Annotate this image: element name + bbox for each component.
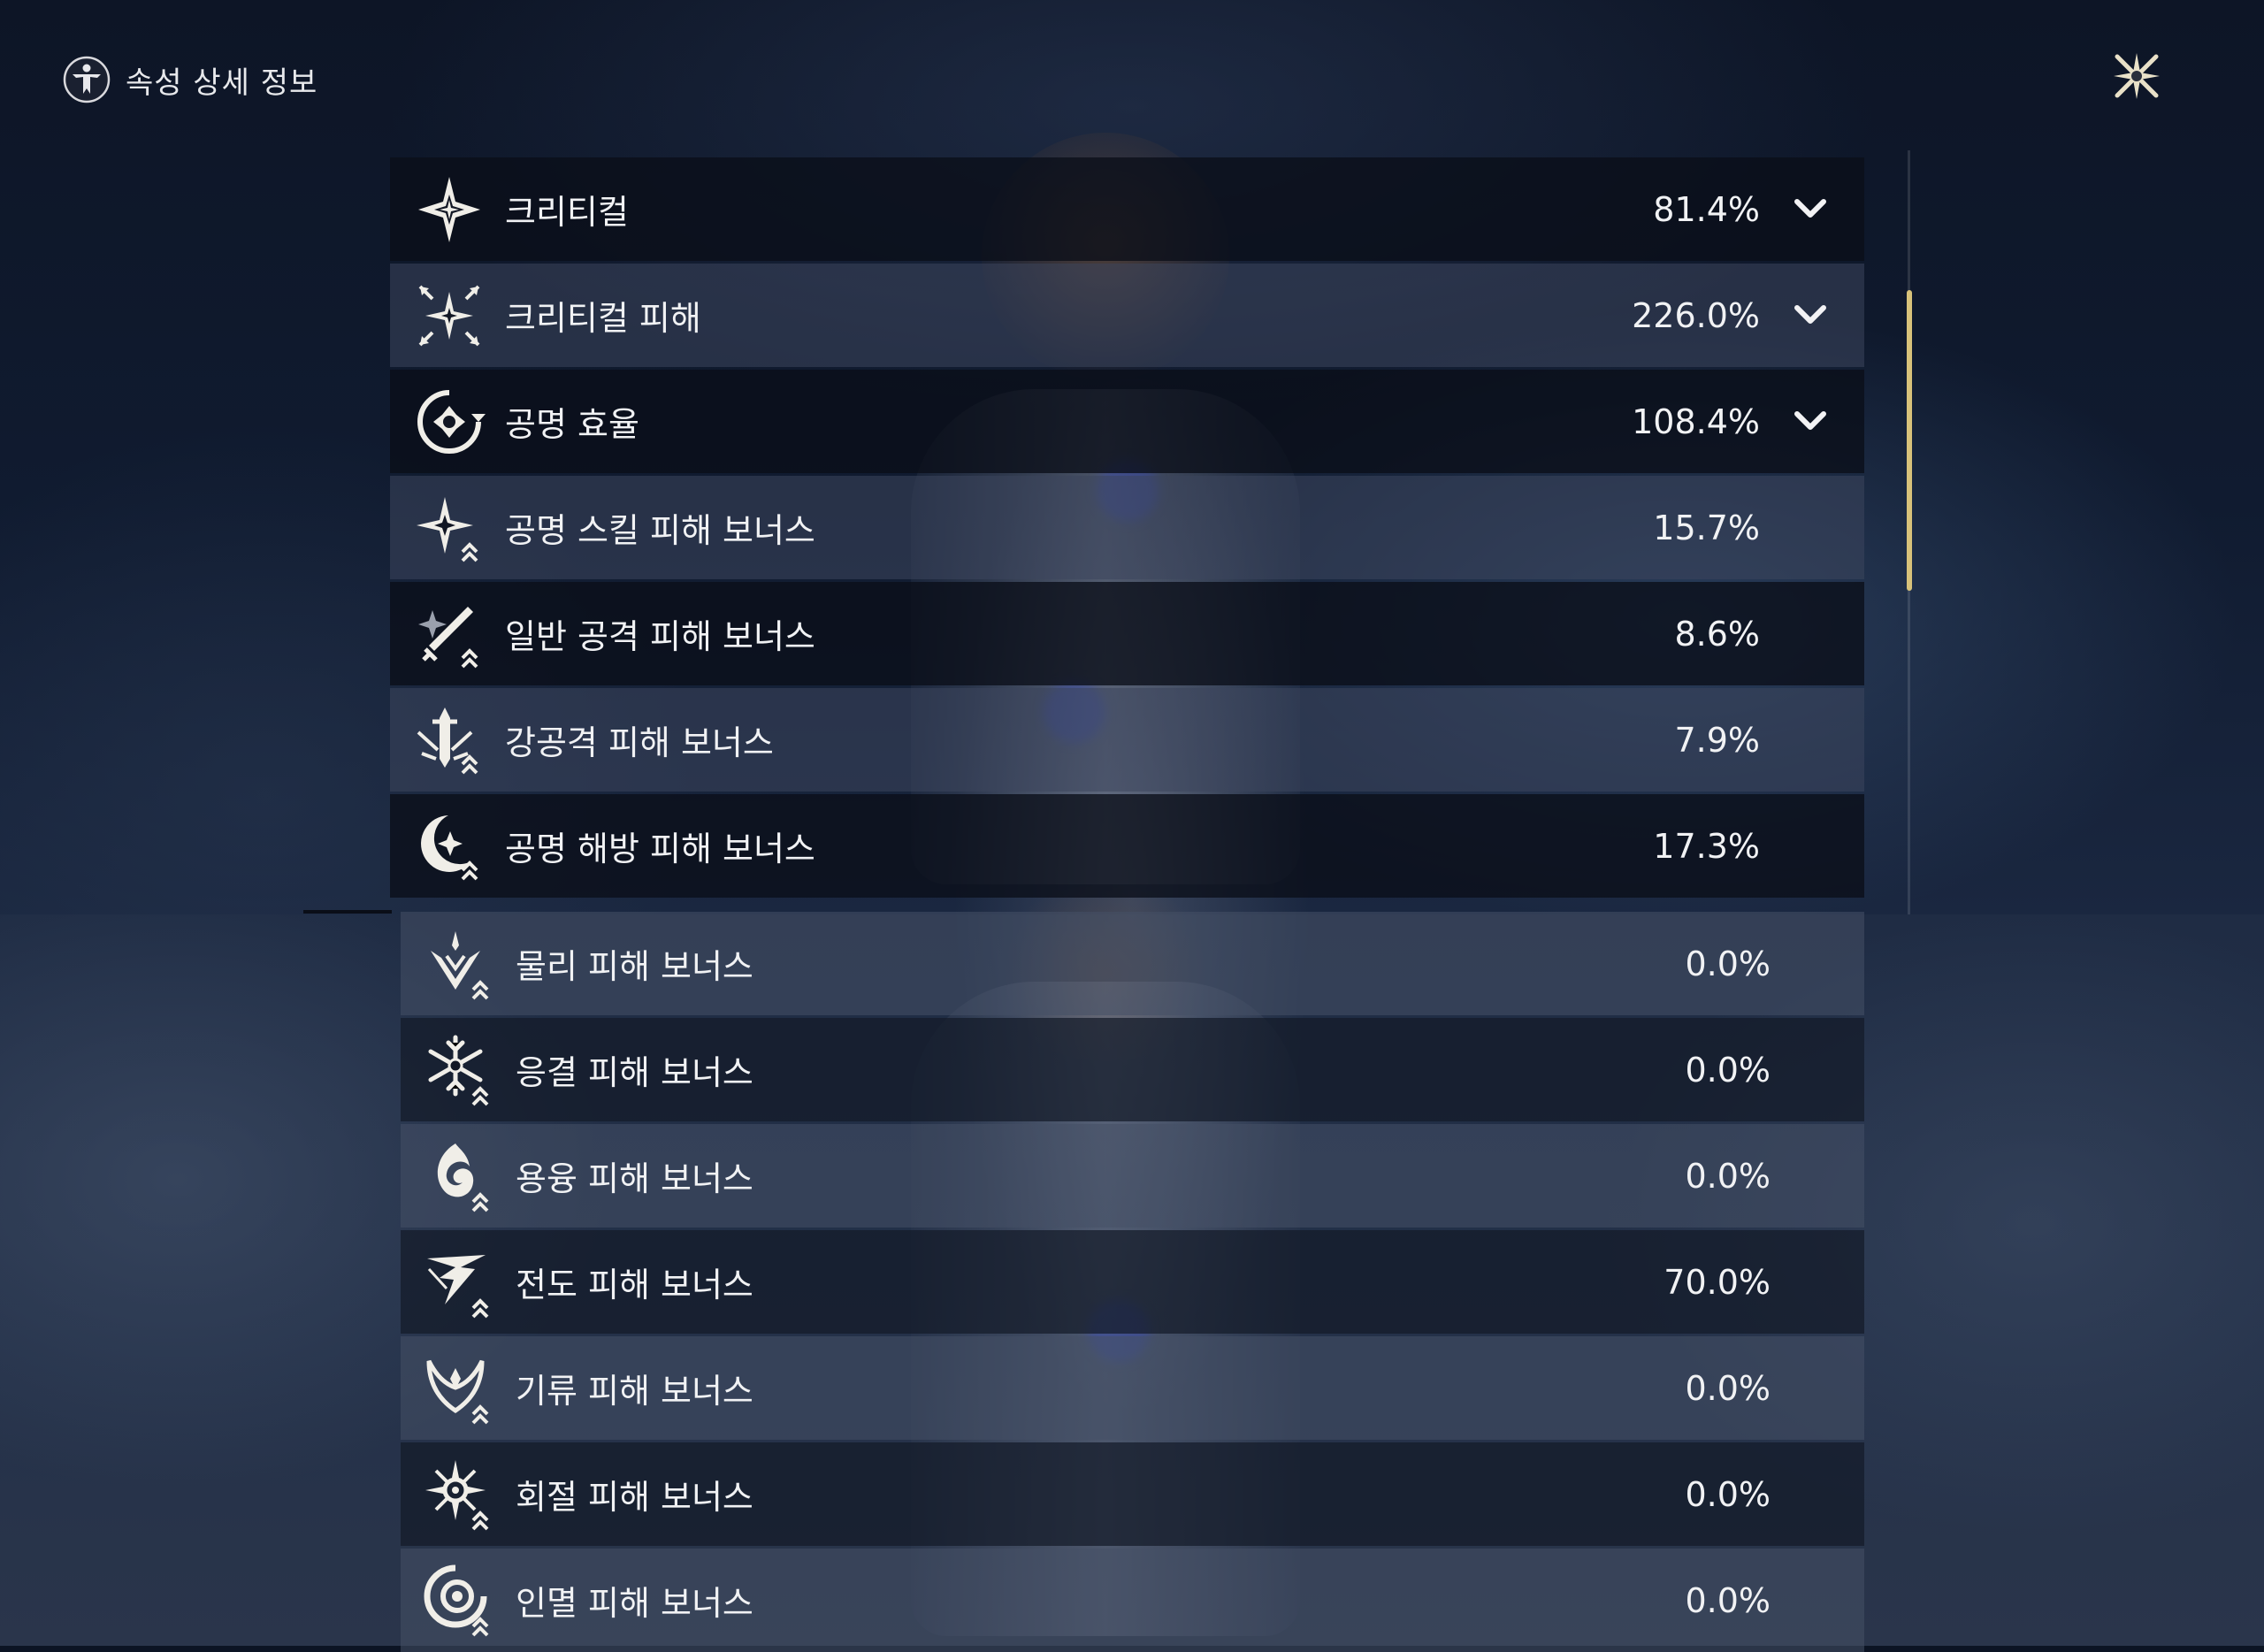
stat-label: 강공격 피해 보너스 <box>505 723 774 762</box>
element-label: 회절 피해 보너스 <box>516 1478 753 1517</box>
stat-value: 108.4% <box>1632 402 1760 441</box>
chevron-down-icon[interactable] <box>1792 191 1829 228</box>
stat-value: 7.9% <box>1674 720 1760 760</box>
element-row-fusion: 용융 피해 보너스 0.0% <box>401 1124 1864 1228</box>
star-burst-icon <box>418 176 480 242</box>
stat-value: 8.6% <box>1674 614 1760 654</box>
element-label: 응결 피해 보너스 <box>516 1053 753 1092</box>
sword-burst-up-icon <box>417 707 478 774</box>
stat-label: 일반 공격 피해 보너스 <box>505 617 815 656</box>
stat-label: 크리티컬 피해 <box>505 299 701 338</box>
stat-value: 226.0% <box>1632 295 1760 335</box>
sword-up-icon <box>418 606 478 668</box>
page-title: 속성 상세 정보 <box>126 65 318 101</box>
stat-row-basic-attack-bonus: 일반 공격 피해 보너스 8.6% <box>390 582 1864 685</box>
element-value: 0.0% <box>1685 1050 1771 1090</box>
stat-label: 크리티컬 <box>505 193 629 232</box>
wind-up-icon <box>426 1359 489 1424</box>
sun-up-icon <box>425 1459 489 1530</box>
element-label: 전도 피해 보너스 <box>516 1266 753 1304</box>
stat-label: 공명 스킬 피해 보너스 <box>505 511 815 550</box>
stat-row-energy-regen[interactable]: 공명 효율 108.4% <box>390 370 1864 473</box>
page-header: 속성 상세 정보 <box>62 53 317 106</box>
vitruvian-figure-icon <box>63 56 111 103</box>
moon-up-icon <box>421 815 478 880</box>
section-divider <box>303 910 392 914</box>
element-label: 기류 피해 보너스 <box>516 1372 753 1411</box>
element-row-spectro: 회절 피해 보너스 0.0% <box>401 1442 1864 1546</box>
star-up-icon <box>417 496 478 562</box>
chevron-down-icon[interactable] <box>1792 297 1829 334</box>
stat-row-heavy-attack-bonus: 강공격 피해 보너스 7.9% <box>390 688 1864 792</box>
element-row-aero: 기류 피해 보너스 0.0% <box>401 1336 1864 1440</box>
close-button[interactable] <box>2105 44 2168 108</box>
element-label: 인멸 피해 보너스 <box>516 1584 753 1623</box>
star-burst-arrows-icon <box>418 285 480 346</box>
stat-row-crit-rate[interactable]: 크리티컬 81.4% <box>390 157 1864 261</box>
void-eye-up-icon <box>424 1564 489 1636</box>
stat-row-crit-damage[interactable]: 크리티컬 피해 226.0% <box>390 264 1864 367</box>
stat-value: 15.7% <box>1653 508 1760 547</box>
element-label: 물리 피해 보너스 <box>516 947 753 986</box>
element-label: 용융 피해 보너스 <box>516 1159 753 1198</box>
element-value: 0.0% <box>1685 1474 1771 1514</box>
snowflake-up-icon <box>428 1035 489 1105</box>
element-value: 0.0% <box>1685 944 1771 983</box>
sparkle-close-icon <box>2114 53 2160 99</box>
element-value: 0.0% <box>1685 1368 1771 1408</box>
element-row-glacio: 응결 피해 보너스 0.0% <box>401 1018 1864 1121</box>
stat-value: 17.3% <box>1653 826 1760 866</box>
lightning-up-icon <box>427 1254 489 1318</box>
stat-label: 공명 효율 <box>505 405 639 444</box>
element-value: 0.0% <box>1685 1156 1771 1196</box>
stat-value: 81.4% <box>1653 189 1760 229</box>
scrollbar-thumb[interactable] <box>1907 290 1912 591</box>
cycle-gear-icon <box>417 389 486 454</box>
element-row-physical: 물리 피해 보너스 0.0% <box>401 912 1864 1015</box>
chevron-down-icon[interactable] <box>1792 403 1829 440</box>
physical-up-icon <box>431 930 489 999</box>
stat-row-liberation-bonus: 공명 해방 피해 보너스 17.3% <box>390 794 1864 898</box>
stat-label: 공명 해방 피해 보너스 <box>505 830 815 868</box>
element-row-electro: 전도 피해 보너스 70.0% <box>401 1230 1864 1334</box>
element-value: 70.0% <box>1664 1262 1771 1302</box>
element-value: 0.0% <box>1685 1580 1771 1620</box>
stat-row-skill-dmg-bonus: 공명 스킬 피해 보너스 15.7% <box>390 476 1864 579</box>
flame-swirl-up-icon <box>437 1143 489 1212</box>
element-row-havoc: 인멸 피해 보너스 0.0% <box>401 1549 1864 1652</box>
